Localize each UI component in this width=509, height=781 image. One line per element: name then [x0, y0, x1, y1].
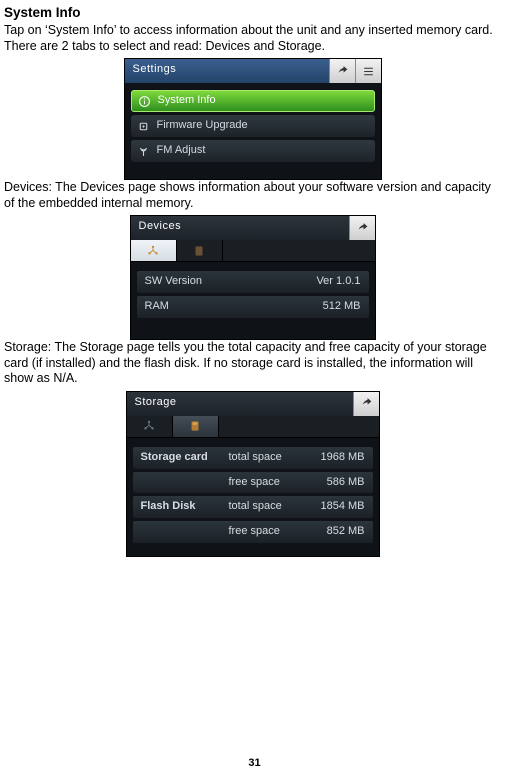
- page-number: 31: [0, 757, 509, 771]
- figure-settings-title: Settings: [125, 59, 329, 83]
- menu-item-label: Firmware Upgrade: [157, 119, 248, 133]
- value: 512 MB: [323, 300, 361, 314]
- figure-settings: Settings System Info Firmware Upgrade: [124, 58, 382, 180]
- menu-item-fm-adjust[interactable]: FM Adjust: [131, 140, 375, 162]
- back-arrow-icon: [336, 65, 349, 78]
- info-icon: [138, 95, 151, 108]
- devices-tabstrip: [131, 240, 375, 262]
- chip-icon: [137, 120, 150, 133]
- metric-label: total space: [229, 500, 321, 514]
- network-icon: [142, 419, 156, 433]
- row-sw-version: SW Version Ver 1.0.1: [137, 271, 369, 293]
- value: Ver 1.0.1: [316, 275, 360, 289]
- value: 586 MB: [327, 476, 365, 490]
- storage-tabstrip: [127, 416, 379, 438]
- row-storage-card-total: Storage card total space 1968 MB: [133, 447, 373, 469]
- device-label: Flash Disk: [141, 500, 229, 514]
- figure-storage: Storage Storage card total space 1968 MB: [126, 391, 380, 557]
- row-flash-disk-total: Flash Disk total space 1854 MB: [133, 496, 373, 518]
- page-title: System Info: [4, 5, 501, 22]
- back-button[interactable]: [353, 392, 379, 416]
- back-arrow-icon: [360, 397, 373, 410]
- devices-paragraph: Devices: The Devices page shows informat…: [4, 180, 501, 211]
- row-ram: RAM 512 MB: [137, 296, 369, 318]
- metric-label: free space: [229, 476, 327, 490]
- row-storage-card-free: free space 586 MB: [133, 472, 373, 494]
- menu-button[interactable]: [355, 59, 381, 83]
- label: RAM: [145, 300, 169, 314]
- value: 1854 MB: [320, 500, 364, 514]
- intro-paragraph: Tap on ‘System Info’ to access informati…: [4, 23, 501, 54]
- figure-storage-title: Storage: [127, 392, 353, 416]
- devices-info-list: SW Version Ver 1.0.1 RAM 512 MB: [131, 262, 375, 339]
- back-arrow-icon: [356, 222, 369, 235]
- storage-paragraph: Storage: The Storage page tells you the …: [4, 340, 501, 387]
- antenna-icon: [137, 145, 150, 158]
- back-button[interactable]: [349, 216, 375, 240]
- storage-icon: [192, 244, 206, 258]
- back-button[interactable]: [329, 59, 355, 83]
- tab-storage[interactable]: [177, 240, 223, 261]
- menu-item-label: System Info: [158, 94, 216, 108]
- menu-item-firmware-upgrade[interactable]: Firmware Upgrade: [131, 115, 375, 137]
- tab-devices[interactable]: [131, 240, 177, 261]
- value: 852 MB: [327, 525, 365, 539]
- figure-devices-title: Devices: [131, 216, 349, 240]
- storage-icon: [188, 419, 202, 433]
- menu-item-label: FM Adjust: [157, 144, 206, 158]
- value: 1968 MB: [320, 451, 364, 465]
- menu-lines-icon: [362, 65, 375, 78]
- metric-label: total space: [229, 451, 321, 465]
- storage-info-list: Storage card total space 1968 MB free sp…: [127, 438, 379, 556]
- label: SW Version: [145, 275, 202, 289]
- row-flash-disk-free: free space 852 MB: [133, 521, 373, 543]
- tab-devices[interactable]: [127, 416, 173, 437]
- network-icon: [146, 244, 160, 258]
- menu-item-system-info[interactable]: System Info: [131, 90, 375, 112]
- metric-label: free space: [229, 525, 327, 539]
- tab-storage[interactable]: [173, 416, 219, 437]
- figure-devices: Devices SW Version Ver 1.0.1 RAM 512 M: [130, 215, 376, 340]
- device-label: Storage card: [141, 451, 229, 465]
- settings-menu-list: System Info Firmware Upgrade FM Adjust: [125, 83, 381, 179]
